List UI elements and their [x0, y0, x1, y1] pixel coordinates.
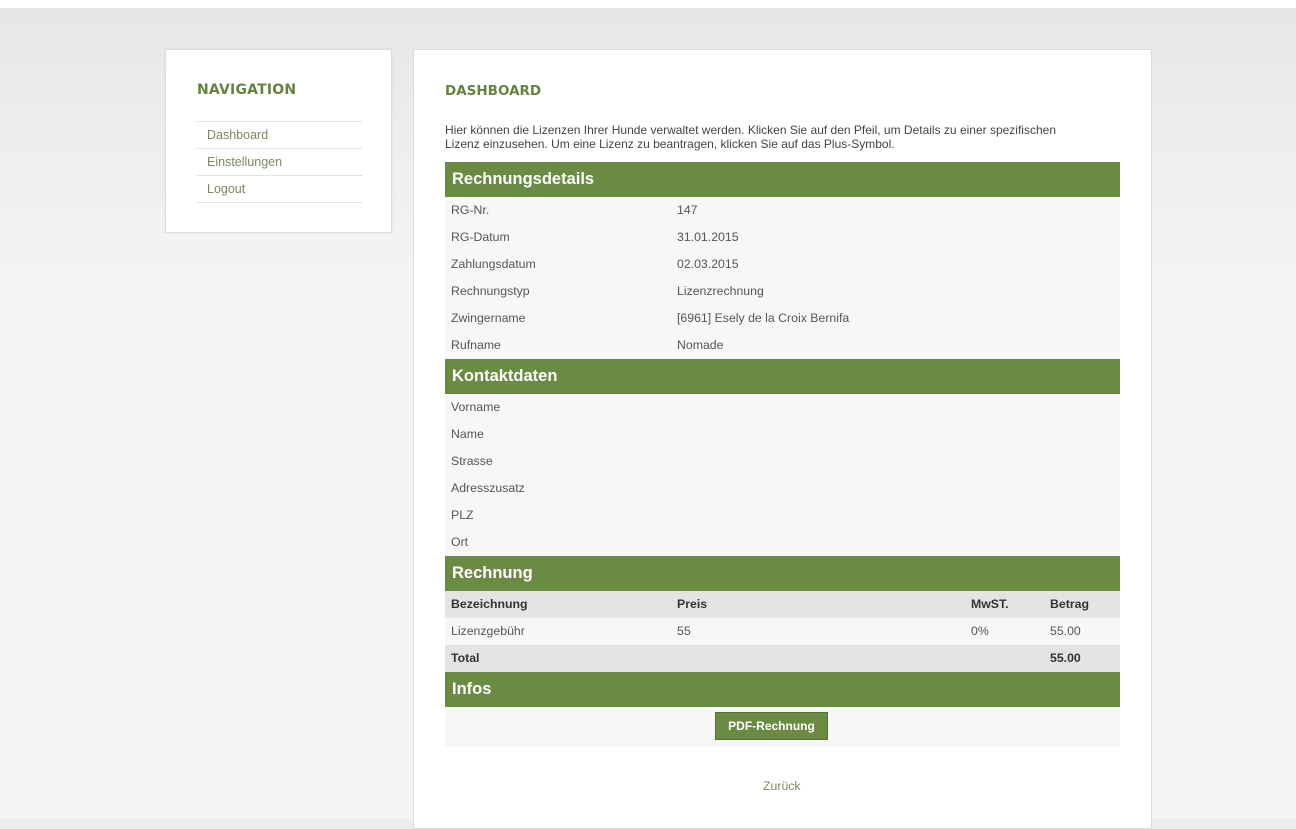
contact-row: Adresszusatz	[445, 475, 1120, 502]
total-value: 55.00	[1050, 651, 1081, 665]
contact-row: PLZ	[445, 502, 1120, 529]
column-header-bezeichnung: Bezeichnung	[451, 597, 528, 611]
detail-label: Rufname	[451, 338, 501, 352]
intro-text: Hier können die Lizenzen Ihrer Hunde ver…	[445, 123, 1125, 151]
total-row: Total 55.00	[445, 645, 1120, 672]
navigation-list: Dashboard Einstellungen Logout	[197, 121, 362, 203]
invoice-content: Rechnungsdetails RG-Nr. 147 RG-Datum 31.01…	[445, 162, 1120, 747]
intro-line-2: Lizenz einzusehen. Um eine Lizenz zu bea…	[445, 137, 895, 151]
nav-item-logout[interactable]: Logout	[197, 176, 362, 203]
contact-label: PLZ	[451, 508, 474, 522]
detail-value: Lizenzrechnung	[677, 284, 764, 298]
section-header-kontaktdaten: Kontaktdaten	[445, 359, 1120, 394]
section-header-rechnungsdetails: Rechnungsdetails	[445, 162, 1120, 197]
detail-row: Zahlungsdatum 02.03.2015	[445, 251, 1120, 278]
cell-betrag: 55.00	[1050, 624, 1081, 638]
cell-mwst: 0%	[971, 624, 989, 638]
total-label: Total	[451, 651, 480, 665]
intro-line-1: Hier können die Lizenzen Ihrer Hunde ver…	[445, 123, 1056, 137]
detail-row: Rufname Nomade	[445, 332, 1120, 359]
detail-label: RG-Nr.	[451, 203, 490, 217]
cell-preis: 55	[677, 624, 691, 638]
page-title: DASHBOARD	[445, 83, 542, 99]
contact-label: Adresszusatz	[451, 481, 525, 495]
detail-value: 02.03.2015	[677, 257, 739, 271]
column-header-mwst: MwST.	[971, 597, 1009, 611]
nav-item-dashboard[interactable]: Dashboard	[197, 122, 362, 149]
contact-label: Name	[451, 427, 484, 441]
detail-row: RG-Nr. 147	[445, 197, 1120, 224]
contact-label: Ort	[451, 535, 469, 549]
contact-row: Ort	[445, 529, 1120, 556]
detail-value: [6961] Esely de la Croix Bernifa	[677, 311, 850, 325]
detail-row: Zwingername [6961] Esely de la Croix Bern…	[445, 305, 1120, 332]
detail-value: Nomade	[677, 338, 724, 352]
main-panel: DASHBOARD Hier können die Lizenzen Ihrer…	[413, 49, 1152, 829]
contact-row: Name	[445, 421, 1120, 448]
column-header-preis: Preis	[677, 597, 708, 611]
detail-value: 147	[677, 203, 698, 217]
detail-label: RG-Datum	[451, 230, 510, 244]
detail-label: Rechnungstyp	[451, 284, 530, 298]
invoice-table-header: Bezeichnung Preis MwST. Betrag	[445, 591, 1120, 618]
contact-row: Strasse	[445, 448, 1120, 475]
pdf-invoice-button[interactable]: PDF-Rechnung	[715, 712, 828, 740]
section-header-rechnung: Rechnung	[445, 556, 1120, 591]
detail-value: 31.01.2015	[677, 230, 739, 244]
navigation-title: NAVIGATION	[197, 82, 297, 98]
infos-actions: PDF-Rechnung	[445, 707, 1120, 747]
contact-label: Strasse	[451, 454, 493, 468]
contact-label: Vorname	[451, 400, 501, 414]
cell-bezeichnung: Lizenzgebühr	[451, 624, 525, 638]
detail-row: RG-Datum 31.01.2015	[445, 224, 1120, 251]
contact-row: Vorname	[445, 394, 1120, 421]
detail-row: Rechnungstyp Lizenzrechnung	[445, 278, 1120, 305]
table-row: Lizenzgebühr 55 0% 55.00	[445, 618, 1120, 645]
navigation-panel: NAVIGATION Dashboard Einstellungen Logou…	[165, 49, 392, 233]
nav-item-einstellungen[interactable]: Einstellungen	[197, 149, 362, 176]
detail-label: Zwingername	[451, 311, 526, 325]
detail-label: Zahlungsdatum	[451, 257, 536, 271]
column-header-betrag: Betrag	[1050, 597, 1089, 611]
back-link[interactable]: Zurück	[763, 779, 801, 793]
section-header-infos: Infos	[445, 672, 1120, 707]
